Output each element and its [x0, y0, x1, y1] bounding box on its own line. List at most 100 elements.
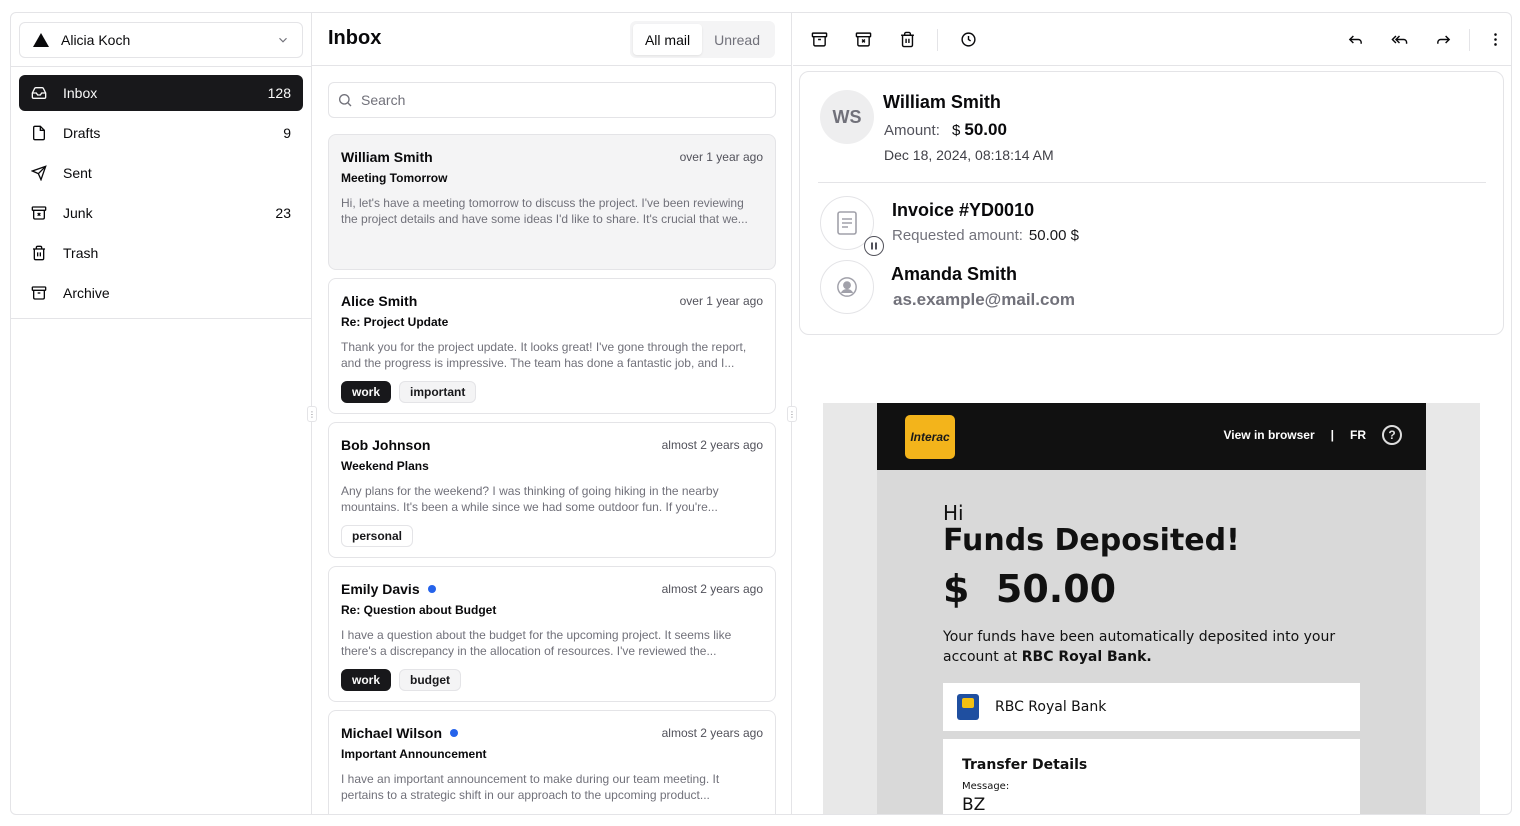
payment-summary-card: WS William Smith Amount: $50.00 Dec 18, … — [799, 71, 1504, 335]
sidebar-item-label: Sent — [63, 165, 92, 181]
amount-currency: $ — [952, 122, 961, 139]
sidebar-item-trash[interactable]: Trash — [19, 235, 303, 271]
amount-value: 50.00 — [964, 120, 1007, 139]
pause-icon — [864, 236, 884, 256]
account-name: Alicia Koch — [61, 32, 131, 48]
tab-all-mail[interactable]: All mail — [632, 24, 703, 55]
inbox-icon — [31, 85, 47, 101]
tab-unread[interactable]: Unread — [702, 24, 772, 55]
view-in-browser-link[interactable]: View in browser — [1223, 428, 1314, 442]
mail-subject: Important Announcement — [341, 747, 487, 761]
sidebar-item-count: 128 — [267, 85, 291, 101]
sidebar-item-label: Archive — [63, 285, 110, 301]
sidebar-item-label: Trash — [63, 245, 99, 261]
resize-handle[interactable]: ⋮ — [787, 406, 797, 422]
sidebar-divider — [11, 66, 312, 67]
sidebar-item-drafts[interactable]: Drafts 9 — [19, 115, 303, 151]
toolbar-divider — [937, 29, 938, 51]
mail-subject: Weekend Plans — [341, 459, 429, 473]
mail-item[interactable]: Bob Johnson almost 2 years ago Weekend P… — [328, 422, 776, 558]
mail-display: WS William Smith Amount: $50.00 Dec 18, … — [793, 13, 1511, 815]
deposit-message: Your funds have been automatically depos… — [943, 627, 1343, 667]
mail-preview: I have a question about the budget for t… — [341, 628, 732, 658]
mail-subject: Meeting Tomorrow — [341, 171, 448, 185]
deposit-message-bank: RBC Royal Bank. — [1021, 649, 1152, 665]
transfer-details-title: Transfer Details — [962, 757, 1088, 773]
unread-dot — [427, 585, 436, 593]
requested-amount: Requested amount: 50.00 $ — [892, 227, 1079, 244]
interac-logo: Interac — [905, 415, 955, 459]
sidebar-item-label: Junk — [63, 205, 93, 221]
sidebar-item-inbox[interactable]: Inbox 128 — [19, 75, 303, 111]
language-link[interactable]: FR — [1350, 428, 1366, 442]
mail-sender: Alice Smith — [341, 293, 418, 309]
mail-item[interactable]: William Smith over 1 year ago Meeting To… — [328, 134, 776, 270]
sender-name: William Smith — [883, 92, 1001, 112]
forward-icon — [1436, 34, 1450, 44]
search-icon — [339, 94, 352, 107]
email-body-image: Interac View in browser | FR ? Hi Funds … — [823, 403, 1480, 815]
sidebar-item-label: Inbox — [63, 85, 98, 101]
tag-important[interactable]: important — [399, 381, 477, 403]
unread-dot — [450, 729, 459, 737]
reply-button[interactable] — [1343, 27, 1367, 51]
search-box — [328, 82, 776, 118]
archive-icon — [811, 31, 827, 47]
card-divider — [818, 182, 1486, 183]
amount-label: Amount: — [884, 122, 940, 139]
avatar: WS — [820, 90, 874, 144]
mail-date: over 1 year ago — [679, 150, 763, 164]
mail-sender: Bob Johnson — [341, 437, 431, 453]
sidebar-item-archive[interactable]: Archive — [19, 275, 303, 311]
sidebar-item-sent[interactable]: Sent — [19, 155, 303, 191]
email-header-bar: Interac View in browser | FR ? — [877, 403, 1426, 470]
mail-item[interactable]: Emily Davis almost 2 years ago Re: Quest… — [328, 566, 776, 702]
sidebar-nav: Inbox 128 Drafts 9 Sent Junk 23 Trash Ar… — [19, 75, 303, 315]
reply-icon — [1348, 34, 1362, 44]
link-separator: | — [1330, 428, 1334, 442]
greeting: Hi — [943, 501, 964, 525]
forward-button[interactable] — [1431, 27, 1455, 51]
account-switcher[interactable]: Alicia Koch — [19, 22, 303, 58]
tag-budget[interactable]: budget — [399, 669, 462, 691]
interac-email: Interac View in browser | FR ? Hi Funds … — [877, 403, 1426, 815]
archive-button[interactable] — [807, 27, 831, 51]
trash-button[interactable] — [895, 27, 919, 51]
mail-preview: Any plans for the weekend? I was thinkin… — [341, 484, 719, 514]
more-options-button[interactable] — [1483, 27, 1507, 51]
move-to-junk-button[interactable] — [851, 27, 875, 51]
message-value: BZ — [962, 795, 986, 815]
mail-subject: Re: Project Update — [341, 315, 449, 329]
amount-row: Amount: $50.00 — [884, 120, 1007, 140]
file-icon — [31, 125, 47, 141]
mail-item[interactable]: Michael Wilson almost 2 years ago Import… — [328, 710, 776, 814]
deposited-amount: $ 50.00 — [943, 567, 1117, 611]
archive-icon — [31, 285, 47, 301]
reply-all-button[interactable] — [1387, 27, 1411, 51]
search-input[interactable] — [361, 92, 767, 108]
mail-toolbar — [793, 13, 1511, 66]
mail-item[interactable]: Alice Smith over 1 year ago Re: Project … — [328, 278, 776, 414]
bank-box: RBC Royal Bank — [943, 683, 1360, 731]
rbc-logo-icon — [957, 694, 979, 720]
help-icon[interactable]: ? — [1382, 425, 1402, 445]
archive-x-icon — [855, 31, 871, 47]
trash-icon — [31, 245, 47, 261]
account-logo-icon — [33, 33, 49, 47]
mail-sender: William Smith — [341, 149, 433, 165]
mail-sender: Emily Davis — [341, 581, 420, 597]
user-icon — [820, 260, 874, 314]
tag-work[interactable]: work — [341, 381, 392, 403]
recipient-name: Amanda Smith — [891, 264, 1018, 284]
sidebar-item-junk[interactable]: Junk 23 — [19, 195, 303, 231]
resize-handle[interactable]: ⋮ — [307, 406, 317, 422]
tag-work[interactable]: work — [341, 669, 392, 691]
mail-preview: Hi, let's have a meeting tomorrow to dis… — [341, 196, 748, 226]
page-title: Inbox — [328, 27, 382, 49]
requested-label: Requested amount: — [892, 227, 1023, 244]
sidebar-item-label: Drafts — [63, 125, 101, 141]
sidebar: Alicia Koch Inbox 128 Drafts 9 Sent Junk… — [11, 13, 312, 814]
snooze-button[interactable] — [956, 27, 980, 51]
recipient-email: as.example@mail.com — [893, 290, 1075, 309]
tag-personal[interactable]: personal — [341, 525, 414, 547]
